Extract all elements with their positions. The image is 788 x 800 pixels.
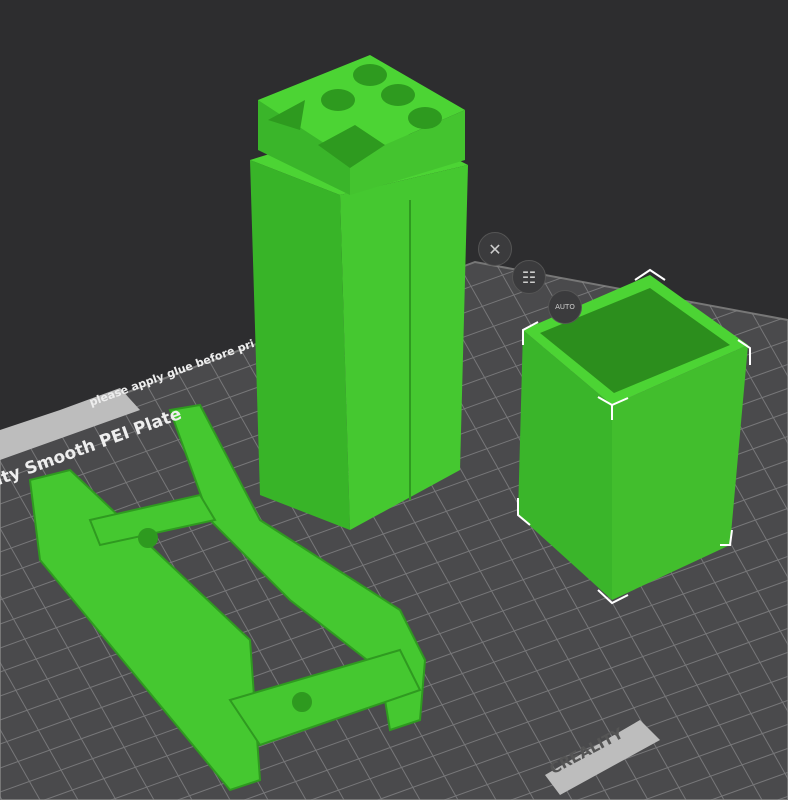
- auto-orient-button[interactable]: AUTO: [548, 290, 582, 324]
- close-button[interactable]: ✕: [478, 232, 512, 266]
- tall-box-object[interactable]: [250, 55, 468, 530]
- grid-line: [0, 0, 200, 72]
- close-icon: ✕: [488, 239, 502, 259]
- grid-line: [0, 0, 67, 24]
- build-plate-scene[interactable]: [0, 0, 788, 800]
- 3d-viewport[interactable]: ✕ ☷ AUTO please apply glue before pri it…: [0, 0, 788, 800]
- arrange-icon: ☷: [521, 267, 537, 287]
- grid-line: [0, 0, 133, 48]
- grid-line: [0, 0, 267, 96]
- arrange-button[interactable]: ☷: [512, 260, 546, 294]
- grid-line: [759, 262, 788, 310]
